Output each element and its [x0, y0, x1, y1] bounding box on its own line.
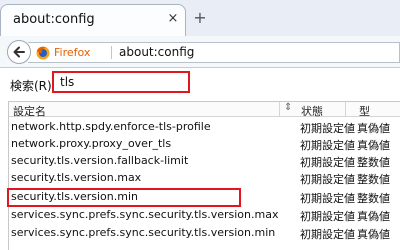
tab-title: about:config: [13, 12, 95, 27]
pref-status: 初期設定値: [300, 210, 355, 223]
table-row[interactable]: network.http.spdy.enforce-tls-profile 初期…: [9, 118, 400, 135]
search-input[interactable]: [52, 71, 190, 93]
table-row[interactable]: services.sync.prefs.sync.security.tls.ve…: [9, 206, 400, 223]
column-divider[interactable]: [345, 102, 346, 117]
tab-strip: about:config × +: [0, 0, 400, 36]
highlight-box: [7, 188, 241, 207]
pref-name: security.tls.version.max: [11, 171, 142, 184]
new-tab-icon[interactable]: +: [192, 10, 208, 26]
pref-name: network.http.spdy.enforce-tls-profile: [11, 120, 211, 133]
back-arrow-icon: [13, 46, 25, 58]
pref-status: 初期設定値: [300, 192, 355, 205]
table-row[interactable]: network.proxy.proxy_over_tls 初期設定値 真偽値: [9, 135, 400, 152]
preferences-table: 設定名 ⇕ 状態 型 network.http.spdy.enforce-tls…: [8, 101, 400, 250]
pref-status: 初期設定値: [300, 228, 355, 241]
pref-status: 初期設定値: [300, 156, 355, 169]
url-bar[interactable]: Firefox about:config: [28, 42, 400, 63]
close-icon[interactable]: ×: [167, 12, 179, 25]
back-button[interactable]: [7, 40, 31, 64]
pref-status: 初期設定値: [300, 122, 355, 135]
pref-type: 真偽値: [357, 139, 390, 152]
pref-status: 初期設定値: [300, 173, 355, 186]
table-row[interactable]: security.tls.version.fallback-limit 初期設定…: [9, 152, 400, 169]
column-header-status[interactable]: 状態: [301, 103, 323, 119]
table-row[interactable]: services.sync.prefs.sync.security.tls.ve…: [9, 224, 400, 241]
pref-type: 真偽値: [357, 210, 390, 223]
pref-name: services.sync.prefs.sync.security.tls.ve…: [11, 226, 276, 239]
pref-type: 真偽値: [357, 122, 390, 135]
identity-label: Firefox: [54, 46, 91, 59]
sort-icon: ⇕: [284, 102, 293, 113]
url-separator: [111, 46, 112, 59]
tab-about-config[interactable]: about:config ×: [0, 4, 186, 36]
navigation-bar: Firefox about:config: [0, 36, 400, 68]
pref-name: services.sync.prefs.sync.security.tls.ve…: [11, 208, 279, 221]
column-divider[interactable]: [279, 102, 280, 117]
search-label: 検索(R):: [10, 79, 56, 93]
pref-name: network.proxy.proxy_over_tls: [11, 137, 172, 150]
pref-name: security.tls.version.fallback-limit: [11, 154, 189, 167]
column-header-type[interactable]: 型: [359, 103, 370, 119]
pref-type: 整数値: [357, 173, 390, 186]
firefox-logo-icon: [36, 46, 50, 60]
pref-type: 真偽値: [357, 228, 390, 241]
column-header-name[interactable]: 設定名: [13, 103, 46, 119]
pref-type: 整数値: [357, 156, 390, 169]
pref-type: 整数値: [357, 192, 390, 205]
pref-status: 初期設定値: [300, 139, 355, 152]
table-header: 設定名 ⇕ 状態 型: [9, 102, 400, 119]
table-row[interactable]: security.tls.version.max 初期設定値 整数値: [9, 169, 400, 186]
url-text[interactable]: about:config: [119, 45, 194, 59]
